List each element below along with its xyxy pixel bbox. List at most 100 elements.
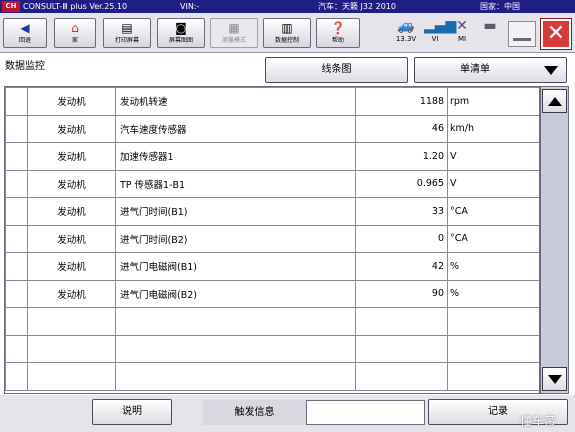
table-row[interactable]: 发动机 发动机转速 1188 rpm <box>5 87 539 116</box>
unit-cell: V <box>447 169 539 198</box>
country-info: 国家：中国 <box>480 2 520 11</box>
table-row[interactable] <box>5 307 539 336</box>
table-row[interactable]: 发动机 进气门时间(B1) 33 °CA <box>5 197 539 226</box>
value-cell: 1.20 <box>355 142 448 171</box>
item-name-cell: 进气门电磁阀(B2) <box>115 279 356 308</box>
vehicle-info: 汽车：天籁 J32 2010 <box>318 2 396 11</box>
battery-status: 🚙 13.3V <box>392 17 420 44</box>
print-screen-button[interactable]: ▤ 打印屏幕 <box>103 18 151 48</box>
close-icon: ✕ <box>546 21 566 46</box>
row-checkbox-cell <box>5 87 28 116</box>
unit-cell: °CA <box>447 197 539 226</box>
table-row[interactable] <box>5 362 539 391</box>
system-cell: 发动机 <box>27 279 116 308</box>
arrow-up-icon <box>548 97 562 106</box>
value-cell: 46 <box>355 114 448 143</box>
camera-icon: ◙ <box>175 21 187 35</box>
car-icon: 🚙 <box>397 18 415 34</box>
signal-icon: ▂▄▆ <box>424 18 457 34</box>
table-row[interactable]: 发动机 进气门电磁阀(B1) 42% <box>5 252 539 281</box>
table-row[interactable] <box>5 334 539 363</box>
system-cell: 发动机 <box>27 87 116 116</box>
screen-capture-button[interactable]: ◙ 屏幕图图 <box>157 18 205 48</box>
data-control-button[interactable]: ▥ 数据控制 <box>263 18 311 48</box>
help-icon: ❓ <box>330 21 346 35</box>
value-cell: 0.965 <box>355 169 448 198</box>
item-name-cell: TP 传感器1-B1 <box>115 169 356 198</box>
table-row[interactable]: 发动机 加速传感器1 1.20 V <box>5 142 539 171</box>
item-name-cell: 汽车速度传感器 <box>115 114 356 143</box>
scrollbar[interactable] <box>540 86 569 394</box>
print-icon: ▤ <box>121 21 133 35</box>
unit-cell: km/h <box>447 114 539 143</box>
table-row[interactable]: 发动机 进气门电磁阀(B2) 90% <box>5 279 539 308</box>
system-cell: 发动机 <box>27 197 116 226</box>
back-arrow-icon: ◀ <box>20 21 30 35</box>
item-name-cell: 进气门电磁阀(B1) <box>115 252 356 281</box>
unit-cell: °CA <box>447 224 539 253</box>
value-cell <box>355 334 448 363</box>
system-cell <box>27 334 116 363</box>
system-cell: 发动机 <box>27 224 116 253</box>
row-checkbox-cell <box>5 224 28 253</box>
consult-logo-icon: CH <box>2 1 20 12</box>
row-checkbox-cell <box>5 252 28 281</box>
value-cell: 1188 <box>355 87 448 116</box>
home-button[interactable]: ⌂ 家 <box>54 18 96 48</box>
system-cell: 发动机 <box>27 114 116 143</box>
item-name-cell: 发动机转速 <box>115 87 356 116</box>
row-checkbox-cell <box>5 334 28 363</box>
row-checkbox-cell <box>5 114 28 143</box>
value-cell: 33 <box>355 197 448 226</box>
explain-button[interactable]: 说明 <box>92 399 172 425</box>
unit-cell <box>447 307 539 336</box>
unit-cell: % <box>447 279 539 308</box>
title-bar: CH CONSULT-Ⅲ plus Ver.25.10 VIN:- 汽车：天籁 … <box>0 0 575 13</box>
row-checkbox-cell <box>5 279 28 308</box>
battery-icon: ▬ <box>483 18 497 34</box>
value-cell: 0 <box>355 224 448 253</box>
mi-status: ✕ MI <box>452 17 472 44</box>
unit-cell: % <box>447 252 539 281</box>
item-name-cell: 加速传感器1 <box>115 142 356 171</box>
chevron-down-icon <box>544 66 558 75</box>
data-monitor-table: 发动机 发动机转速 1188 rpm 发动机 汽车速度传感器 46 km/h 发动机 加速传感器1… <box>4 86 540 394</box>
minimize-button[interactable] <box>508 21 536 47</box>
scroll-up-button[interactable] <box>542 89 567 113</box>
toolbar: ◀ 回退 ⌂ 家 ▤ 打印屏幕 ◙ 屏幕图图 ▦ 测量模式 ▥ 数据控制 ❓ 帮… <box>0 13 575 53</box>
value-cell: 42 <box>355 252 448 281</box>
line-graph-button[interactable]: 线条图 <box>265 57 408 83</box>
system-cell: 发动机 <box>27 142 116 171</box>
value-cell: 90 <box>355 279 448 308</box>
row-checkbox-cell <box>5 169 28 198</box>
table-row[interactable]: 发动机 TP 传感器1-B1 0.965 V <box>5 169 539 198</box>
row-checkbox-cell <box>5 197 28 226</box>
unit-cell: V <box>447 142 539 171</box>
item-name-cell <box>115 362 356 391</box>
vi-status: ▂▄▆ VI <box>424 18 457 43</box>
help-button[interactable]: ❓ 帮助 <box>316 18 360 48</box>
data-control-icon: ▥ <box>281 21 293 35</box>
close-button[interactable]: ✕ <box>540 18 572 50</box>
item-name-cell <box>115 307 356 336</box>
section-title: 数据监控 <box>5 61 45 72</box>
unit-cell: rpm <box>447 87 539 116</box>
value-cell <box>355 362 448 391</box>
unit-cell <box>447 334 539 363</box>
list-mode-dropdown[interactable]: 单清单 <box>414 57 567 83</box>
trigger-info-label: 触发信息 <box>203 400 306 425</box>
system-cell <box>27 307 116 336</box>
system-cell <box>27 362 116 391</box>
item-name-cell: 进气门时间(B1) <box>115 197 356 226</box>
list-mode-value: 单清单 <box>460 64 490 75</box>
table-row[interactable]: 发动机 汽车速度传感器 46 km/h <box>5 114 539 143</box>
measure-mode-button[interactable]: ▦ 测量模式 <box>210 18 258 48</box>
system-cell: 发动机 <box>27 252 116 281</box>
measure-icon: ▦ <box>228 21 240 35</box>
back-button[interactable]: ◀ 回退 <box>3 18 47 48</box>
battery-indicator: ▬ <box>478 17 502 35</box>
scroll-down-button[interactable] <box>542 367 567 391</box>
vin-label: VIN:- <box>180 2 200 11</box>
disconnected-x-icon: ✕ <box>456 18 468 34</box>
table-row[interactable]: 发动机 进气门时间(B2) 0 °CA <box>5 224 539 253</box>
